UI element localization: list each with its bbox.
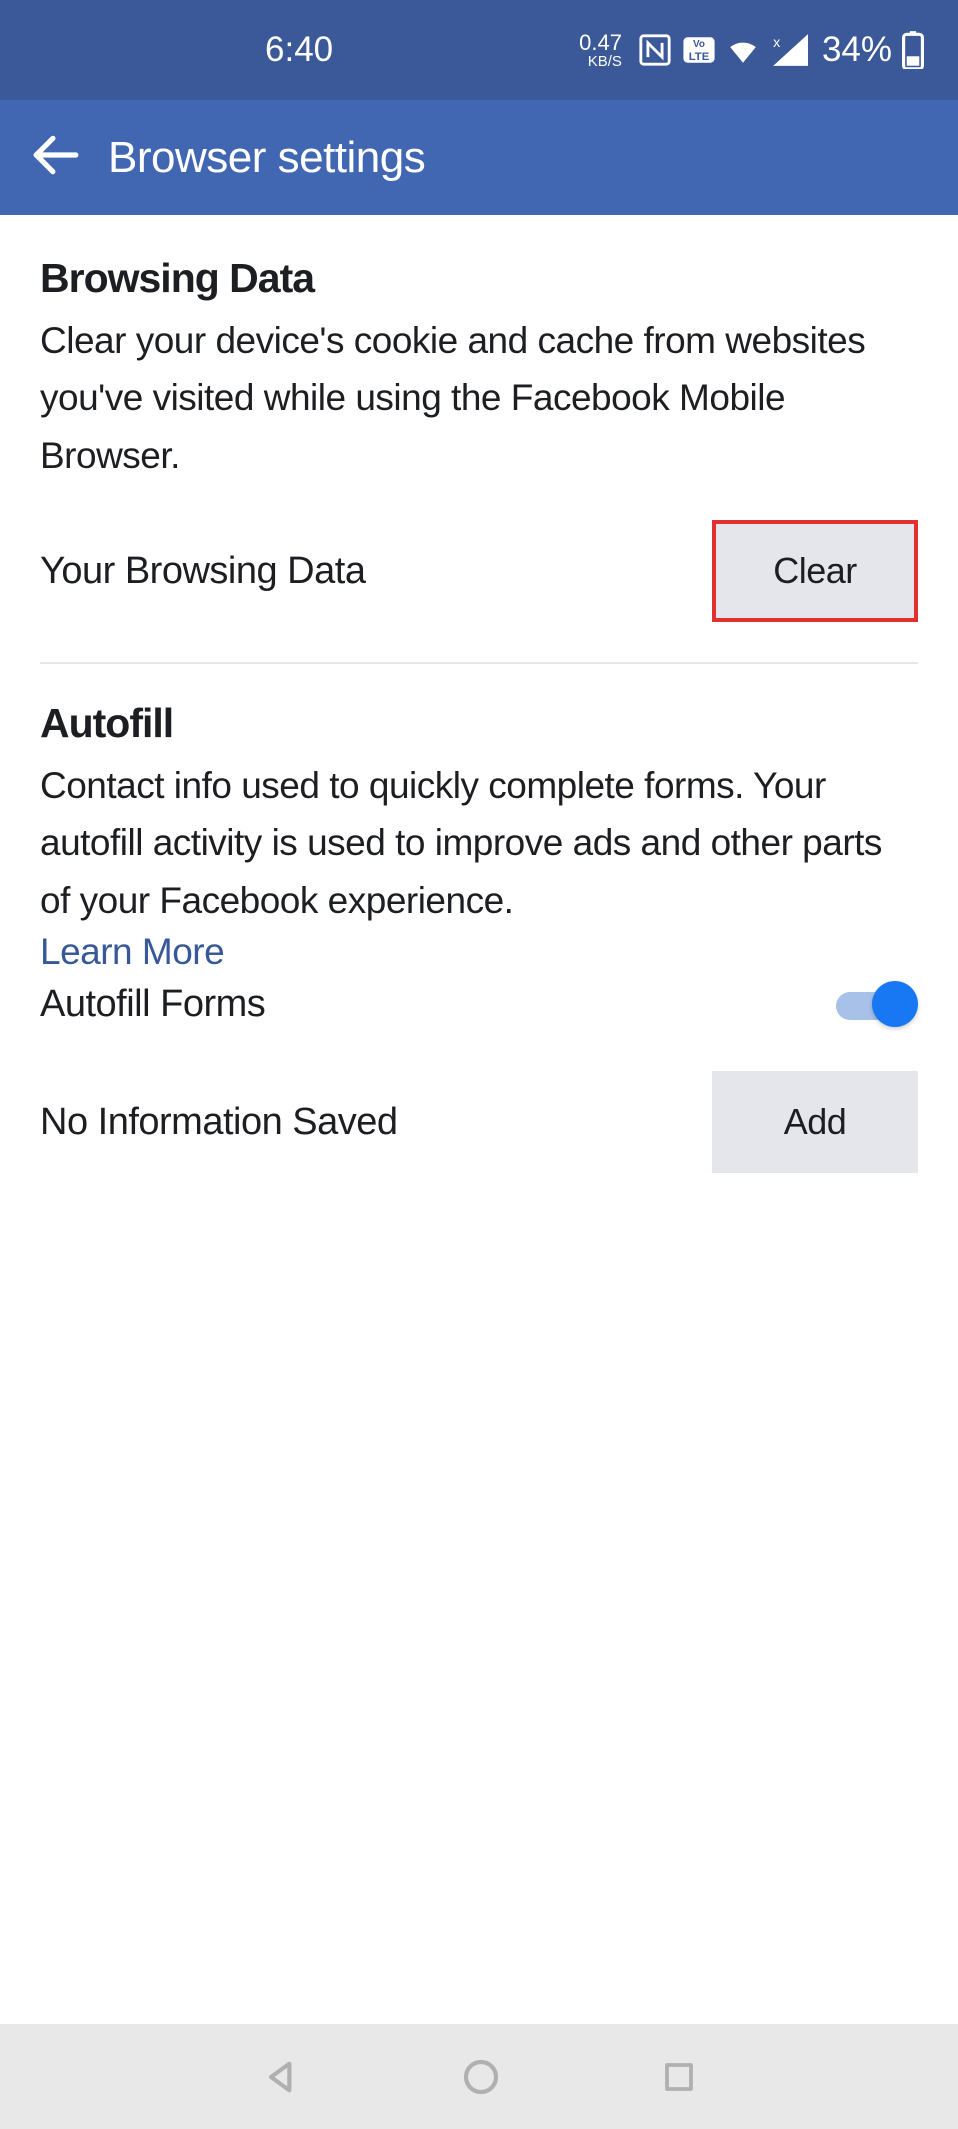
no-info-row: No Information Saved Add [40,1071,918,1173]
speed-value: 0.47 [579,32,622,54]
autofill-forms-label: Autofill Forms [40,983,265,1026]
clear-button[interactable]: Clear [712,520,918,622]
autofill-section: Autofill Contact info used to quickly co… [40,700,918,1173]
status-time: 6:40 [265,30,333,70]
add-button[interactable]: Add [712,1071,918,1173]
autofill-heading: Autofill [40,700,918,747]
autofill-desc: Contact info used to quickly complete fo… [40,757,918,929]
browsing-data-row: Your Browsing Data Clear [40,520,918,622]
section-divider [40,662,918,664]
status-right-group: 0.47 KB/S VoLTE x 34% [579,30,924,70]
autofill-forms-row: Autofill Forms [40,981,918,1027]
toggle-thumb [872,981,918,1027]
browsing-data-section: Browsing Data Clear your device's cookie… [40,255,918,622]
status-bar: 6:40 0.47 KB/S VoLTE x 34% [0,0,958,100]
browsing-data-label: Your Browsing Data [40,550,365,593]
learn-more-link[interactable]: Learn More [40,931,224,973]
signal-icon: x [770,33,808,67]
wifi-icon [726,33,760,67]
content-area: Browsing Data Clear your device's cookie… [0,215,958,2024]
svg-text:LTE: LTE [689,51,710,63]
volte-icon: VoLTE [682,33,716,67]
browsing-data-heading: Browsing Data [40,255,918,302]
svg-text:x: x [773,35,780,51]
speed-unit: KB/S [588,54,622,69]
nfc-icon [638,33,672,67]
page-title: Browser settings [108,133,425,183]
battery-icon [902,31,924,69]
nav-recent-icon[interactable] [661,2059,697,2095]
svg-text:Vo: Vo [693,39,705,50]
back-icon[interactable] [30,130,80,185]
navigation-bar [0,2024,958,2129]
app-bar: Browser settings [0,100,958,215]
network-speed: 0.47 KB/S [579,32,622,69]
no-info-label: No Information Saved [40,1101,398,1144]
autofill-forms-toggle[interactable] [836,981,918,1027]
browsing-data-desc: Clear your device's cookie and cache fro… [40,312,918,484]
battery-percent: 34% [822,30,892,70]
nav-back-icon[interactable] [261,2057,301,2097]
nav-home-icon[interactable] [461,2057,501,2097]
